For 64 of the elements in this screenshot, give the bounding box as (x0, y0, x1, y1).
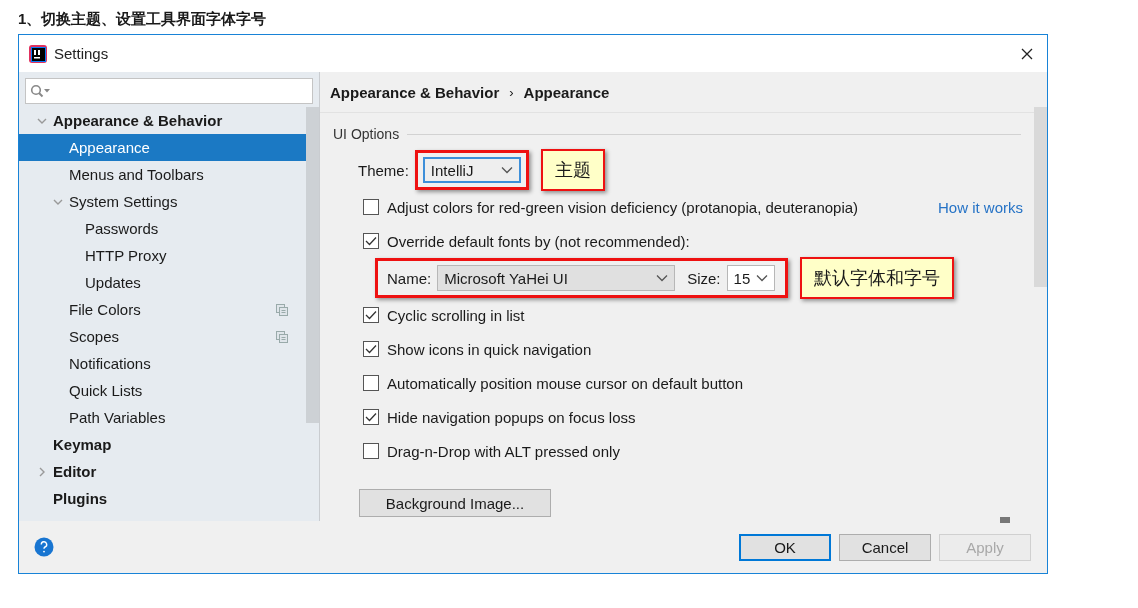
font-size-label: Size: (687, 269, 721, 287)
tree-item[interactable]: Notifications (19, 350, 306, 377)
tree-item[interactable]: Scopes (19, 323, 306, 350)
close-button[interactable] (1021, 47, 1033, 60)
tree-item[interactable]: System Settings (19, 188, 306, 215)
checkbox[interactable] (363, 233, 379, 249)
window-title: Settings (54, 45, 109, 62)
search-icon (30, 84, 52, 98)
breadcrumb-item[interactable]: Appearance (523, 83, 610, 101)
section-title: UI Options (333, 126, 400, 142)
resize-grip-icon (1000, 517, 1010, 523)
tree-item[interactable]: File Colors (19, 296, 306, 323)
checkbox[interactable] (363, 307, 379, 323)
tree-item[interactable]: Keymap (19, 431, 306, 458)
checkbox[interactable] (363, 199, 379, 215)
breadcrumb-separator: › (509, 84, 514, 100)
option-label: Override default fonts by (not recommended): (387, 232, 690, 250)
tree-item[interactable]: Appearance (19, 134, 306, 161)
checkbox[interactable] (363, 341, 379, 357)
theme-label: Theme: (358, 161, 409, 179)
scrollbar-thumb[interactable] (1034, 107, 1047, 287)
option-label: Cyclic scrolling in list (387, 306, 525, 324)
checkmark-icon (365, 236, 377, 246)
help-icon (34, 537, 54, 557)
checkmark-icon (365, 310, 377, 320)
callout-note: 默认字体和字号 (799, 257, 954, 299)
background-image-button[interactable]: Background Image... (359, 489, 551, 517)
app-logo-icon (28, 43, 48, 64)
option-label: Show icons in quick navigation (387, 340, 592, 358)
tree-item[interactable]: Path Variables (19, 404, 306, 431)
help-link[interactable]: How it works (938, 198, 1023, 216)
option-label: Adjust colors for red-green vision deficiency (protanopia, deuteranopia) (387, 198, 859, 216)
tree-item[interactable]: Appearance & Behavior (19, 107, 306, 134)
option-label: Hide navigation popups on focus loss (387, 408, 636, 426)
tree-item[interactable]: Menus and Toolbars (19, 161, 306, 188)
tree-item[interactable]: Editor (19, 458, 306, 485)
checkbox[interactable] (363, 409, 379, 425)
tree-item[interactable]: Passwords (19, 215, 306, 242)
chevron-down-icon (755, 274, 768, 282)
checkbox[interactable] (363, 375, 379, 391)
font-name-dropdown[interactable]: Microsoft YaHei UI (437, 265, 676, 291)
font-size-dropdown[interactable]: 15 (726, 265, 775, 291)
tree-item[interactable]: Quick Lists (19, 377, 306, 404)
checkmark-icon (365, 412, 377, 422)
dialog-button[interactable]: Cancel (839, 533, 931, 561)
breadcrumb-item[interactable]: Appearance & Behavior (330, 83, 500, 101)
font-name-label: Name: (387, 269, 432, 287)
help-button[interactable] (34, 537, 54, 557)
chevron-down-icon (500, 166, 513, 174)
scrollbar-thumb[interactable] (306, 107, 319, 423)
tree-item[interactable]: HTTP Proxy (19, 242, 306, 269)
tree-item[interactable]: Plugins (19, 485, 306, 512)
dialog-button[interactable]: OK (739, 533, 831, 561)
theme-dropdown[interactable]: IntelliJ (422, 157, 521, 183)
callout-note: 主题 (540, 149, 605, 191)
page-heading: 1、切换主题、设置工具界面字体字号 (17, 9, 268, 29)
checkmark-icon (365, 344, 377, 354)
search-field[interactable] (25, 78, 313, 104)
checkbox[interactable] (363, 443, 379, 459)
tree-item[interactable]: Updates (19, 269, 306, 296)
chevron-down-icon (656, 274, 669, 282)
option-label: Automatically position mouse cursor on default button (387, 374, 744, 392)
option-label: Drag-n-Drop with ALT pressed only (387, 442, 620, 460)
close-icon (1021, 47, 1033, 60)
